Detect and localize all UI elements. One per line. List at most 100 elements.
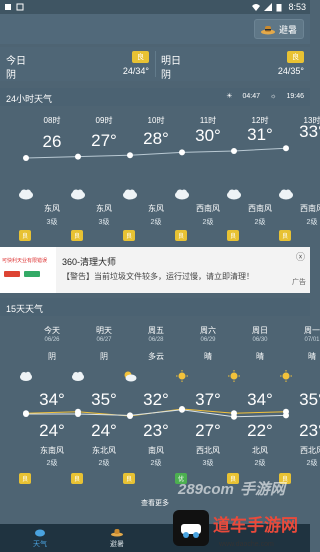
ad-badge: 广告 [292,279,306,286]
hourly-wind: 西南风 [196,204,220,213]
hourly-forecast[interactable]: 08时 26 东风 3级良 09时 27° 东风 3级良 10时 28° 东风 2级良 11时 30° 西南… [0,108,320,245]
watermark-brand: 289 [178,481,204,498]
daily-day: 周一 [304,326,320,335]
daily-low: 27° [195,421,221,440]
tomorrow-aqi-badge: 良 [287,51,304,63]
daily-low: 23° [299,421,320,440]
sun-icon [175,369,189,382]
hourly-temp: 33° [299,122,320,142]
daily-wind-level: 2级 [150,460,162,467]
watermark-url: www.daoche.com [219,541,274,548]
watermark-site-name: 道车手游网 [213,516,298,535]
daily-aqi-badge: 良 [71,473,84,484]
tab-summer[interactable]: 避暑 [87,527,147,549]
hourly-temp: 30° [195,126,221,146]
today-condition: 阴 [6,70,16,81]
ad-desc: 【警告】当前垃圾文件较多，运行过慢，请立即清理！ [62,272,254,281]
daily-day: 周日 [252,326,268,335]
cloud-icon [122,187,138,200]
daily-wind: 东南风 [40,446,64,455]
daily-date: 06/27 [96,337,112,343]
summer-escape-button[interactable]: 避暑 [253,19,304,39]
daily-wind-level: 3级 [202,460,214,467]
daily-high: 35° [299,390,320,409]
ad-banner[interactable]: 可快利天业有限错误 360-清理大师 【警告】当前垃圾文件较多，运行过慢，请立即… [0,247,310,293]
watermark-brand-suffix: com [203,481,234,498]
cloud-icon [174,187,190,200]
hourly-point [283,145,289,152]
hourly-wind: 西南风 [248,204,272,213]
tomorrow-range: 24/35° [277,66,304,76]
watermark-cn: 手游网 [240,481,286,498]
daily-day: 周五 [148,326,164,335]
hourly-wind-level: 2级 [306,219,318,226]
sunset-time: 19:46 [286,92,304,100]
straw-hat-tab-icon [111,527,123,537]
hourly-aqi-badge: 良 [227,230,240,241]
daily-wind: 东北风 [92,446,116,455]
hourly-point [179,149,185,156]
hourly-temp: 31° [247,125,273,144]
hourly-wind: 东风 [96,204,112,213]
tab-summer-label: 避暑 [110,541,124,548]
tomorrow-card[interactable]: 明日 阴 良 24/35° [155,47,310,81]
daily-date: 06/30 [252,337,268,343]
hourly-wind: 东风 [44,204,60,213]
sun-icon [279,369,293,382]
ad-close-icon[interactable]: ⓧ [296,250,305,263]
daily-low-line-point [127,412,133,419]
cloud-icon [18,187,34,200]
today-label: 今日 [6,56,26,67]
cloud-icon [70,187,86,200]
top-bar: 避暑 [0,14,310,44]
daily-wind: 北风 [252,446,268,455]
daily-low: 24° [91,421,117,440]
daily-high: 32° [143,390,169,409]
daily-aqi-badge: 良 [19,473,32,484]
status-bar: 8:53 [0,0,310,14]
sunset-icon: ☼ [270,92,277,100]
battery-icon [276,3,284,12]
daily-wind: 西北风 [196,446,220,455]
daily-condition: 晴 [204,352,212,361]
daily-header: 15天天气 [0,298,310,316]
cloud-icon [226,187,242,200]
daily-aqi-badge: 良 [123,473,136,484]
today-card[interactable]: 今日 阴 良 24/34° [0,47,155,81]
hourly-point [75,153,81,160]
ad-thumb-text: 可快利天业有限错误 [2,258,48,264]
tomorrow-label: 明日 [161,56,181,67]
hourly-title: 24小时天气 [6,94,53,104]
daily-condition: 晴 [308,352,316,361]
daily-wind-level: 2级 [98,460,110,467]
tab-weather[interactable]: 天气 [10,527,70,549]
ad-thumb-button-green [24,271,40,277]
hourly-aqi-badge: 良 [279,230,292,241]
daily-wind-level: 2级 [46,460,58,467]
daily-low-line-point [23,411,29,417]
hourly-wind-level: 3级 [46,219,58,226]
daily-date: 06/29 [200,337,216,343]
hourly-wind: 东风 [148,204,164,213]
today-range: 24/34° [122,66,149,76]
cloud-icon [278,187,294,200]
hourly-temp: 27° [91,130,117,150]
hourly-point [231,148,237,154]
cloud-icon [19,369,33,381]
status-time: 8:53 [288,2,306,12]
sunrise-icon: ☀ [226,93,233,100]
daily-high: 34° [247,390,273,409]
partly-cloudy-icon [123,369,137,382]
hourly-wind-level: 2级 [202,219,214,226]
site-watermark: 道车手游网 www.daoche.com [173,510,308,550]
hourly-aqi-badge: 良 [71,230,84,241]
image-notification-icon [16,3,24,11]
daily-low-line-point [231,413,237,420]
summer-escape-label: 避暑 [278,24,297,35]
daily-low: 24° [39,421,65,440]
straw-hat-icon [260,23,275,35]
daily-high: 35° [91,390,117,409]
hourly-aqi-badge: 良 [19,230,32,241]
sun-icon [227,369,241,382]
daily-day: 明天 [96,326,112,335]
